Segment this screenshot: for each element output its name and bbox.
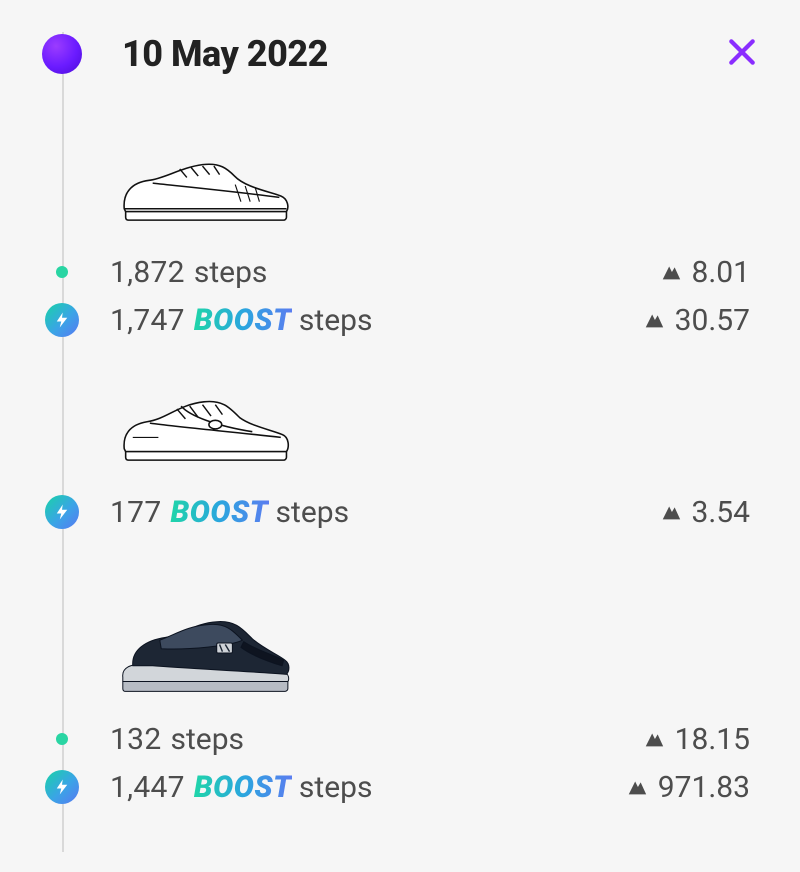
close-button[interactable] bbox=[724, 36, 760, 72]
earning-value: 8.01 bbox=[660, 255, 751, 290]
boost-badge-icon bbox=[45, 303, 79, 337]
steps-row: 132 steps 18.15 bbox=[42, 715, 750, 763]
dot-marker-icon bbox=[56, 733, 68, 745]
boost-badge-icon bbox=[45, 770, 79, 804]
shoe-image bbox=[110, 130, 750, 230]
activity-entry: 132 steps 18.15 1,447 BOOST steps bbox=[42, 597, 750, 811]
activity-entry: 1,872 steps 8.01 1,747 BOOST steps bbox=[42, 130, 750, 344]
step-count: 1,872 bbox=[110, 255, 185, 290]
step-count: 132 bbox=[110, 722, 161, 757]
earning-value: 971.83 bbox=[626, 770, 750, 805]
coin-icon bbox=[643, 728, 665, 750]
boost-steps-row: 177 BOOST steps 3.54 bbox=[42, 488, 750, 536]
step-suffix: steps bbox=[194, 255, 268, 290]
coin-icon bbox=[643, 309, 665, 331]
boost-step-count: 1,447 bbox=[110, 770, 185, 805]
day-bullet bbox=[42, 34, 82, 74]
header-left: 10 May 2022 bbox=[42, 33, 328, 75]
boost-label: BOOST bbox=[194, 303, 292, 338]
boost-steps-row: 1,747 BOOST steps 30.57 bbox=[42, 296, 750, 344]
steps-row: 1,872 steps 8.01 bbox=[42, 248, 750, 296]
boost-step-count: 1,747 bbox=[110, 303, 185, 338]
boost-badge-icon bbox=[45, 495, 79, 529]
coin-icon bbox=[660, 501, 682, 523]
earning-value: 30.57 bbox=[643, 303, 750, 338]
close-icon bbox=[726, 36, 758, 72]
boost-label: BOOST bbox=[194, 770, 292, 805]
boost-step-count: 177 bbox=[110, 495, 161, 530]
step-suffix: steps bbox=[299, 770, 373, 805]
shoe-image bbox=[110, 370, 750, 470]
earning-value: 18.15 bbox=[643, 722, 750, 757]
activity-entry: 177 BOOST steps 3.54 bbox=[42, 370, 750, 536]
shoe-image bbox=[110, 597, 750, 697]
step-suffix: steps bbox=[276, 495, 350, 530]
boost-label: BOOST bbox=[170, 495, 268, 530]
dot-marker-icon bbox=[56, 266, 68, 278]
coin-icon bbox=[626, 776, 648, 798]
header: 10 May 2022 bbox=[42, 32, 760, 76]
step-suffix: steps bbox=[170, 722, 244, 757]
date-title: 10 May 2022 bbox=[122, 33, 328, 75]
earning-value: 3.54 bbox=[660, 495, 751, 530]
boost-steps-row: 1,447 BOOST steps 971.83 bbox=[42, 763, 750, 811]
coin-icon bbox=[660, 261, 682, 283]
step-suffix: steps bbox=[299, 303, 373, 338]
